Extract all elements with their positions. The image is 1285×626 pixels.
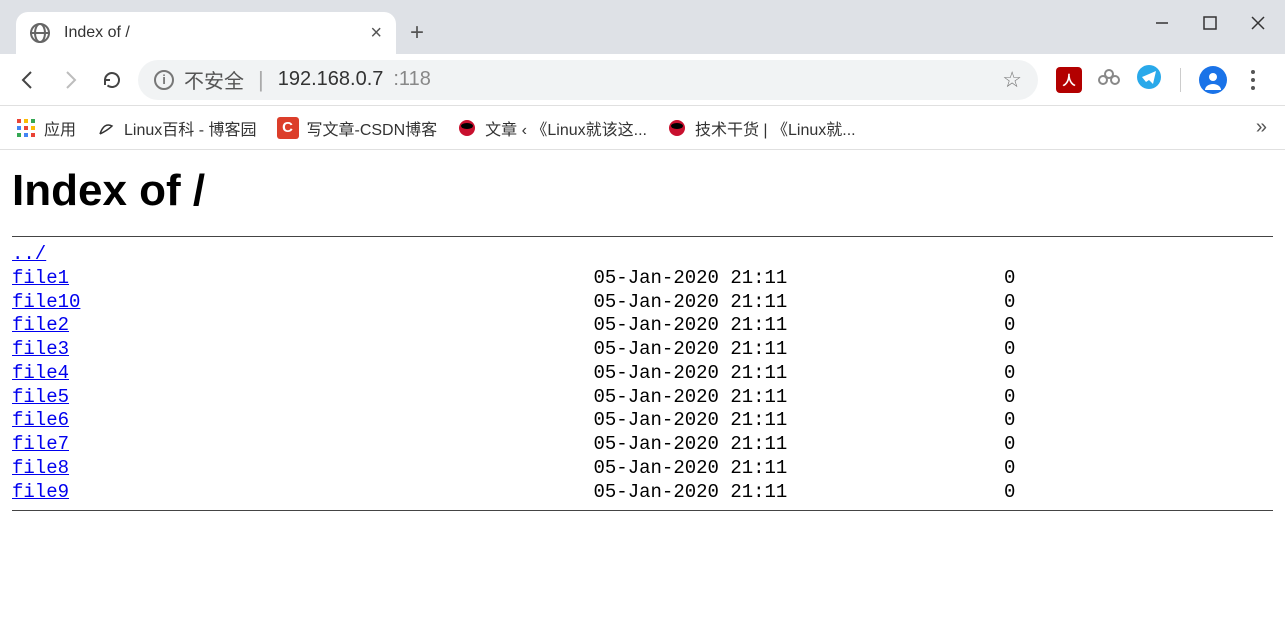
divider [12,510,1273,511]
bookmark-linux-wiki[interactable]: Linux百科 - 博客园 [96,116,256,140]
browser-menu-button[interactable] [1241,70,1265,90]
redhat-favicon-icon [667,118,687,138]
bookmark-label: Linux百科 - 博客园 [124,116,256,140]
url-host: 192.168.0.7 [278,68,384,91]
redhat-favicon-icon [457,118,477,138]
bookmark-label: 写文章-CSDN博客 [307,116,438,140]
file-link[interactable]: file7 [12,433,69,455]
url-port: :118 [393,68,430,91]
cloud-extension-icon[interactable] [1096,64,1122,95]
bookmark-label: 技术干货 | 《Linux就... [695,116,856,140]
window-minimize-button[interactable] [1153,14,1171,32]
bookmark-linux-article[interactable]: 文章 ‹ 《Linux就该这... [457,116,647,140]
pdf-extension-icon[interactable]: 人 [1056,67,1082,93]
browser-tab-bar: Index of / × + [0,0,1285,54]
nav-back-button[interactable] [12,64,44,96]
window-controls [1153,14,1267,32]
divider [12,236,1273,237]
file-link[interactable]: file4 [12,362,69,384]
bookmark-csdn[interactable]: C 写文章-CSDN博客 [277,116,438,140]
url-divider: | [258,67,264,93]
site-info-icon[interactable]: i [154,70,174,90]
file-link[interactable]: file5 [12,386,69,408]
toolbar-separator [1180,68,1181,92]
file-link[interactable]: file9 [12,481,69,503]
file-link[interactable]: file8 [12,457,69,479]
nav-reload-button[interactable] [96,64,128,96]
browser-toolbar: i 不安全 | 192.168.0.7 :118 ☆ 人 [0,54,1285,106]
tab-title: Index of / [64,24,130,42]
tab-close-icon[interactable]: × [370,22,382,45]
apps-button[interactable]: 应用 [16,116,76,140]
bookmark-label: 文章 ‹ 《Linux就该这... [485,116,647,140]
apps-grid-icon [16,118,36,138]
bookmarks-bar: 应用 Linux百科 - 博客园 C 写文章-CSDN博客 文章 ‹ 《Linu… [0,106,1285,150]
directory-listing: ../ file1 05-Jan-2020 21:11 0 file10 05-… [12,243,1273,504]
bookmark-star-icon[interactable]: ☆ [1002,67,1022,93]
bookmarks-overflow-button[interactable]: » [1256,116,1269,139]
profile-avatar[interactable] [1199,66,1227,94]
bookmark-linux-tech[interactable]: 技术干货 | 《Linux就... [667,116,856,140]
bookmark-favicon-icon [96,118,116,138]
file-link[interactable]: file1 [12,267,69,289]
file-link[interactable]: file2 [12,314,69,336]
insecure-label: 不安全 [184,65,244,94]
window-maximize-button[interactable] [1201,14,1219,32]
extension-icons: 人 [1048,64,1273,95]
csdn-favicon-icon: C [277,117,299,139]
window-close-button[interactable] [1249,14,1267,32]
file-link[interactable]: file3 [12,338,69,360]
page-title: Index of / [12,166,1273,216]
globe-icon [30,23,50,43]
parent-directory-link[interactable]: ../ [12,243,46,265]
apps-label: 应用 [44,116,76,140]
page-content: Index of / ../ file1 05-Jan-2020 21:11 0… [0,150,1285,533]
new-tab-button[interactable]: + [396,12,438,54]
browser-tab-active[interactable]: Index of / × [16,12,396,54]
file-link[interactable]: file6 [12,409,69,431]
nav-forward-button[interactable] [54,64,86,96]
address-bar[interactable]: i 不安全 | 192.168.0.7 :118 ☆ [138,60,1038,100]
file-link[interactable]: file10 [12,291,80,313]
telegram-extension-icon[interactable] [1136,64,1162,95]
